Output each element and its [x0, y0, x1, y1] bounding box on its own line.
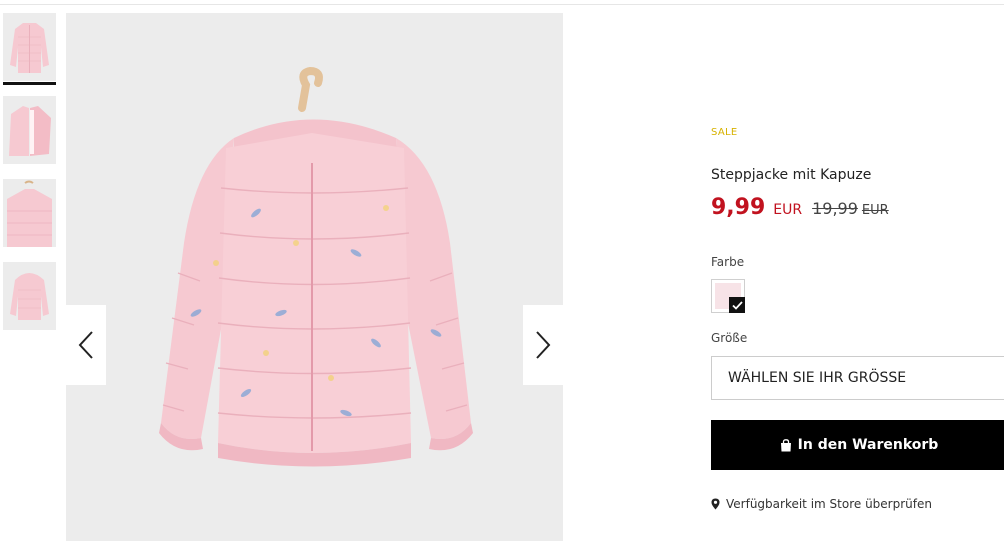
color-swatch[interactable] [711, 279, 745, 313]
original-price-currency: EUR [861, 203, 889, 218]
thumbnail-image [3, 13, 56, 81]
shopping-bag-icon [780, 438, 792, 452]
add-to-cart-button[interactable]: In den Warenkorb [711, 420, 1004, 470]
store-availability-label: Verfügbarkeit im Store überprüfen [726, 497, 932, 511]
jacket-image [66, 13, 563, 541]
price-row: 9,99 EUR 19,99 EUR [711, 195, 889, 220]
thumbnail-3[interactable] [3, 179, 56, 247]
sale-badge: SALE [711, 127, 738, 138]
thumbnail-2[interactable] [3, 96, 56, 164]
map-pin-icon [711, 498, 720, 510]
chevron-right-icon [536, 331, 551, 359]
size-select-placeholder: WÄHLEN SIE IHR GRÖSSE [728, 370, 907, 386]
main-product-image [66, 13, 563, 541]
next-image-button[interactable] [523, 305, 563, 385]
thumbnail-image [3, 262, 56, 330]
original-price: 19,99 [812, 199, 858, 218]
color-label: Farbe [711, 255, 745, 269]
thumbnail-image [3, 96, 56, 164]
current-price: 9,99 [711, 195, 766, 220]
previous-image-button[interactable] [66, 305, 106, 385]
product-title: Steppjacke mit Kapuze [711, 167, 872, 183]
top-divider [0, 4, 1004, 5]
thumbnail-active-indicator [3, 82, 56, 85]
store-availability-link[interactable]: Verfügbarkeit im Store überprüfen [711, 497, 932, 511]
current-price-currency: EUR [773, 202, 803, 218]
add-to-cart-label: In den Warenkorb [797, 437, 939, 453]
size-label: Größe [711, 331, 748, 345]
size-select[interactable]: WÄHLEN SIE IHR GRÖSSE [711, 356, 1004, 400]
chevron-left-icon [78, 331, 93, 359]
thumbnail-4[interactable] [3, 262, 56, 330]
thumbnail-1[interactable] [3, 13, 56, 81]
thumbnail-image [3, 179, 56, 247]
checkmark-icon [729, 297, 745, 313]
